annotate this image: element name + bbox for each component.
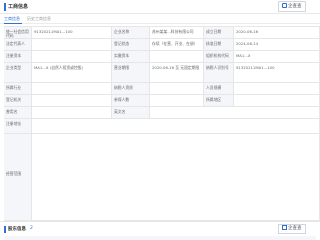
label-company-name: 企业名称 [112,27,150,38]
label-staff-size: 人员规模 [204,83,234,94]
tab-bar: 工商信息 历史工商信息 [0,14,320,24]
label-org-code: 组织机构代码 [204,51,234,62]
label-tax-qualification: 纳税人资质 [112,83,150,94]
table-row: 注册资本 实缴资本 组织机构代码 MA1...X [4,51,320,63]
tab-business-info[interactable]: 工商信息 [4,16,20,22]
value-approval-date: 2024-06-14 [234,39,320,50]
section-header: 工商信息 企查查 [0,0,320,14]
export-label: 企查查 [288,226,302,231]
value-tax-id: 91320211MA1...100 [234,63,320,82]
value-former-name [32,107,112,118]
table-row: 法定代表人 登记状态 存续（在营、开业、在册） 核准日期 2024-06-14 [4,39,320,51]
logo-icon [282,225,287,230]
value-industry [32,83,112,94]
label-approval-date: 核准日期 [204,39,234,50]
label-paid-capital: 实缴资本 [112,51,150,62]
value-insured-count [150,95,204,106]
value-company-type: MA1...X (自然人投资或控股) [32,63,112,82]
value-founded: 2020-06-16 [234,27,320,38]
label-status: 登记状态 [112,39,150,50]
table-row: 企业类型 MA1...X (自然人投资或控股) 营业期限 2020-06-16 … [4,63,320,83]
value-tax-qualification [150,83,204,94]
label-company-type: 企业类型 [4,63,32,82]
label-former-name: 曾用名 [4,107,32,118]
table-row: 经营范围 [4,134,320,221]
value-english-name [150,107,320,118]
value-staff-size [234,83,320,94]
section-title: 工商信息 [8,4,29,10]
label-term: 营业期限 [112,63,150,82]
shareholder-table-header [4,236,316,240]
table-row: 曾用名 英文名 [4,107,320,119]
value-legal-rep [32,39,112,50]
shareholder-section: 股东信息 2 企查查 [0,221,320,240]
value-region [234,95,320,106]
value-business-scope [32,134,320,220]
label-tax-id: 纳税人识别号 [204,63,234,82]
value-status: 存续（在营、开业、在册） [150,39,204,50]
label-reg-capital: 注册资本 [4,51,32,62]
shareholder-count: 2 [30,226,33,231]
label-industry: 所属行业 [4,83,32,94]
tab-history-business-info[interactable]: 历史工商信息 [27,16,51,22]
shareholder-export-button[interactable]: 企查查 [278,224,306,234]
business-info-table: 统一社会信用代码 91320211MA1...100 企业名称 苏州某某...科… [4,26,320,221]
active-tab-indicator [4,23,22,24]
value-address[interactable] [32,119,320,133]
table-row: 登记机关 参保人数 所属地区 [4,95,320,107]
label-address: 注册地址 [4,119,32,133]
value-company-name: 苏州某某...科技有限公司 [150,27,204,38]
table-row: 统一社会信用代码 91320211MA1...100 企业名称 苏州某某...科… [4,27,320,39]
label-reg-authority: 登记机关 [4,95,32,106]
value-reg-authority [32,95,112,106]
qichacha-export-button[interactable]: 企查查 [278,1,306,12]
export-label: 企查查 [288,4,302,9]
value-term: 2020-06-16 至 无固定期限 [150,63,204,82]
label-english-name: 英文名 [112,107,150,118]
label-business-scope: 经营范围 [4,134,32,220]
table-row: 注册地址 [4,119,320,134]
table-row: 所属行业 纳税人资质 人员规模 [4,83,320,95]
title-accent-bar [4,3,6,11]
label-founded: 成立日期 [204,27,234,38]
section-accent-bar [4,226,6,233]
label-region: 所属地区 [204,95,234,106]
value-org-code: MA1...X [234,51,320,62]
shareholder-title: 股东信息 [8,227,26,232]
value-credit-code: 91320211MA1...100 [32,27,112,38]
label-legal-rep: 法定代表人 [4,39,32,50]
value-paid-capital [150,51,204,62]
value-reg-capital [32,51,112,62]
logo-icon [282,3,287,8]
label-insured-count: 参保人数 [112,95,150,106]
label-credit-code: 统一社会信用代码 [4,27,32,38]
